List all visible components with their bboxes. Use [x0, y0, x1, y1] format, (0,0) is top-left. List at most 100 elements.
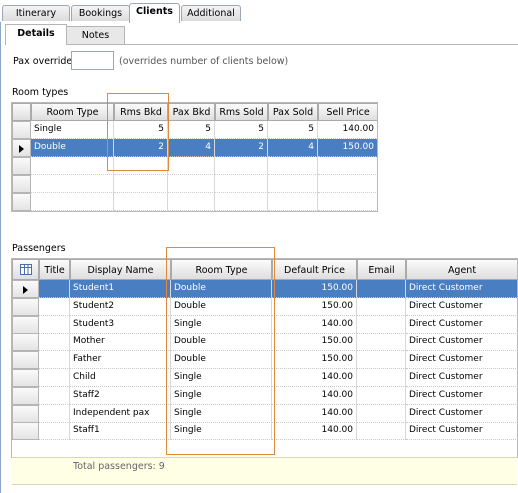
- passenger-cell[interactable]: Direct Customer: [406, 333, 517, 352]
- passenger-cell[interactable]: [357, 297, 406, 316]
- passenger-cell[interactable]: Direct Customer: [406, 316, 517, 334]
- room-types-grid[interactable]: Room Type Rms Bkd Pax Bkd Rms Sold Pax Sold S…: [11, 102, 378, 212]
- passenger-cell[interactable]: Direct Customer: [406, 351, 517, 370]
- row-selector[interactable]: [12, 157, 31, 175]
- passenger-cell[interactable]: 140.00: [272, 386, 357, 405]
- passenger-cell[interactable]: Direct Customer: [406, 387, 517, 405]
- passenger-cell[interactable]: [39, 369, 70, 387]
- passenger-cell[interactable]: [357, 422, 406, 441]
- passenger-col-header[interactable]: Email: [357, 259, 406, 280]
- passenger-cell[interactable]: Single: [171, 404, 272, 423]
- passenger-cell[interactable]: [39, 280, 70, 298]
- row-selector[interactable]: [12, 280, 39, 298]
- room-cell[interactable]: 5: [114, 121, 168, 139]
- passenger-cell[interactable]: Direct Customer: [406, 369, 517, 387]
- room-cell[interactable]: 5: [215, 121, 268, 139]
- passenger-cell[interactable]: 150.00: [272, 280, 357, 298]
- row-selector[interactable]: [12, 351, 39, 370]
- passenger-cell[interactable]: Direct Customer: [406, 298, 517, 316]
- passenger-cell[interactable]: [357, 386, 406, 405]
- passenger-cell[interactable]: Direct Customer: [406, 405, 517, 423]
- room-cell[interactable]: Double: [31, 139, 114, 157]
- row-selector[interactable]: [12, 422, 39, 441]
- passenger-cell[interactable]: [39, 351, 70, 370]
- room-col-header[interactable]: Pax Bkd: [168, 103, 215, 121]
- room-col-header[interactable]: Sell Price: [318, 103, 377, 121]
- tab-clients[interactable]: Clients: [129, 3, 180, 23]
- tab-bookings[interactable]: Bookings: [71, 5, 130, 21]
- passenger-cell[interactable]: 150.00: [272, 297, 357, 316]
- room-cell[interactable]: Single: [31, 121, 114, 139]
- row-selector[interactable]: [12, 139, 31, 157]
- passenger-cell[interactable]: Double: [171, 333, 272, 352]
- passenger-cell[interactable]: 150.00: [272, 333, 357, 352]
- passenger-cell[interactable]: Staff2: [70, 386, 171, 405]
- row-selector[interactable]: [12, 175, 31, 193]
- row-selector[interactable]: [12, 369, 39, 387]
- room-cell[interactable]: 150.00: [318, 139, 377, 157]
- room-cell[interactable]: 2: [215, 139, 268, 157]
- passenger-cell[interactable]: 140.00: [272, 369, 357, 387]
- row-selector[interactable]: [12, 315, 39, 334]
- passenger-cell[interactable]: [39, 297, 70, 316]
- pax-override-input[interactable]: [71, 51, 114, 70]
- tab-additional[interactable]: Additional: [181, 5, 241, 21]
- passenger-cell[interactable]: Double: [171, 297, 272, 316]
- passenger-cell[interactable]: [39, 422, 70, 441]
- passenger-cell[interactable]: Mother: [70, 333, 171, 352]
- room-col-header[interactable]: Rms Bkd: [114, 103, 168, 121]
- passenger-col-header[interactable]: Display Name: [70, 259, 171, 280]
- room-cell[interactable]: 5: [268, 121, 318, 139]
- passenger-cell[interactable]: Father: [70, 351, 171, 370]
- passenger-cell[interactable]: 140.00: [272, 315, 357, 334]
- room-cell[interactable]: 5: [168, 121, 215, 139]
- passenger-cell[interactable]: Staff1: [70, 422, 171, 441]
- room-cell[interactable]: 140.00: [318, 121, 377, 139]
- room-cell[interactable]: 4: [168, 139, 215, 157]
- room-cell[interactable]: 4: [268, 139, 318, 157]
- tab-details[interactable]: Details: [5, 24, 67, 45]
- room-col-header[interactable]: Pax Sold: [268, 103, 318, 121]
- passenger-cell[interactable]: [39, 333, 70, 352]
- passenger-cell[interactable]: 150.00: [272, 351, 357, 370]
- passenger-cell[interactable]: Single: [171, 386, 272, 405]
- passenger-cell[interactable]: [39, 404, 70, 423]
- passenger-cell[interactable]: [357, 351, 406, 370]
- passenger-cell[interactable]: Double: [171, 280, 272, 298]
- passenger-cell[interactable]: Single: [171, 422, 272, 441]
- passenger-cell[interactable]: [357, 333, 406, 352]
- row-selector[interactable]: [12, 386, 39, 405]
- row-selector[interactable]: [12, 121, 31, 139]
- row-selector[interactable]: [12, 333, 39, 352]
- row-selector[interactable]: [12, 404, 39, 423]
- passenger-cell[interactable]: Student1: [70, 280, 171, 298]
- passenger-cell[interactable]: Student2: [70, 297, 171, 316]
- passenger-cell[interactable]: Child: [70, 369, 171, 387]
- passenger-cell[interactable]: 140.00: [272, 422, 357, 441]
- room-cell[interactable]: 2: [114, 139, 168, 157]
- passenger-cell[interactable]: [357, 404, 406, 423]
- passenger-cell[interactable]: Independent pax: [70, 404, 171, 423]
- passenger-cell[interactable]: Direct Customer: [406, 422, 517, 441]
- tab-itinerary[interactable]: Itinerary: [2, 5, 70, 21]
- passenger-cell[interactable]: Single: [171, 315, 272, 334]
- passenger-col-header[interactable]: Room Type: [171, 259, 272, 280]
- passenger-col-header[interactable]: Agent: [406, 259, 517, 280]
- passenger-cell[interactable]: Direct Customer: [406, 280, 517, 298]
- passenger-cell[interactable]: [357, 369, 406, 387]
- passengers-grid[interactable]: Title Display Name Room Type Default Price E…: [11, 258, 518, 458]
- passenger-cell[interactable]: [39, 315, 70, 334]
- passenger-cell[interactable]: Single: [171, 369, 272, 387]
- passenger-cell[interactable]: 140.00: [272, 404, 357, 423]
- room-col-header[interactable]: Room Type: [31, 103, 114, 121]
- passenger-cell[interactable]: Double: [171, 351, 272, 370]
- column-chooser-icon[interactable]: [12, 259, 39, 280]
- row-selector[interactable]: [12, 297, 39, 316]
- row-selector[interactable]: [12, 193, 31, 211]
- passenger-col-header[interactable]: Title: [39, 259, 70, 280]
- tab-notes[interactable]: Notes: [66, 26, 125, 44]
- passenger-cell[interactable]: [39, 386, 70, 405]
- room-col-header[interactable]: Rms Sold: [215, 103, 268, 121]
- passenger-col-header[interactable]: Default Price: [272, 259, 357, 280]
- passenger-cell[interactable]: [357, 280, 406, 298]
